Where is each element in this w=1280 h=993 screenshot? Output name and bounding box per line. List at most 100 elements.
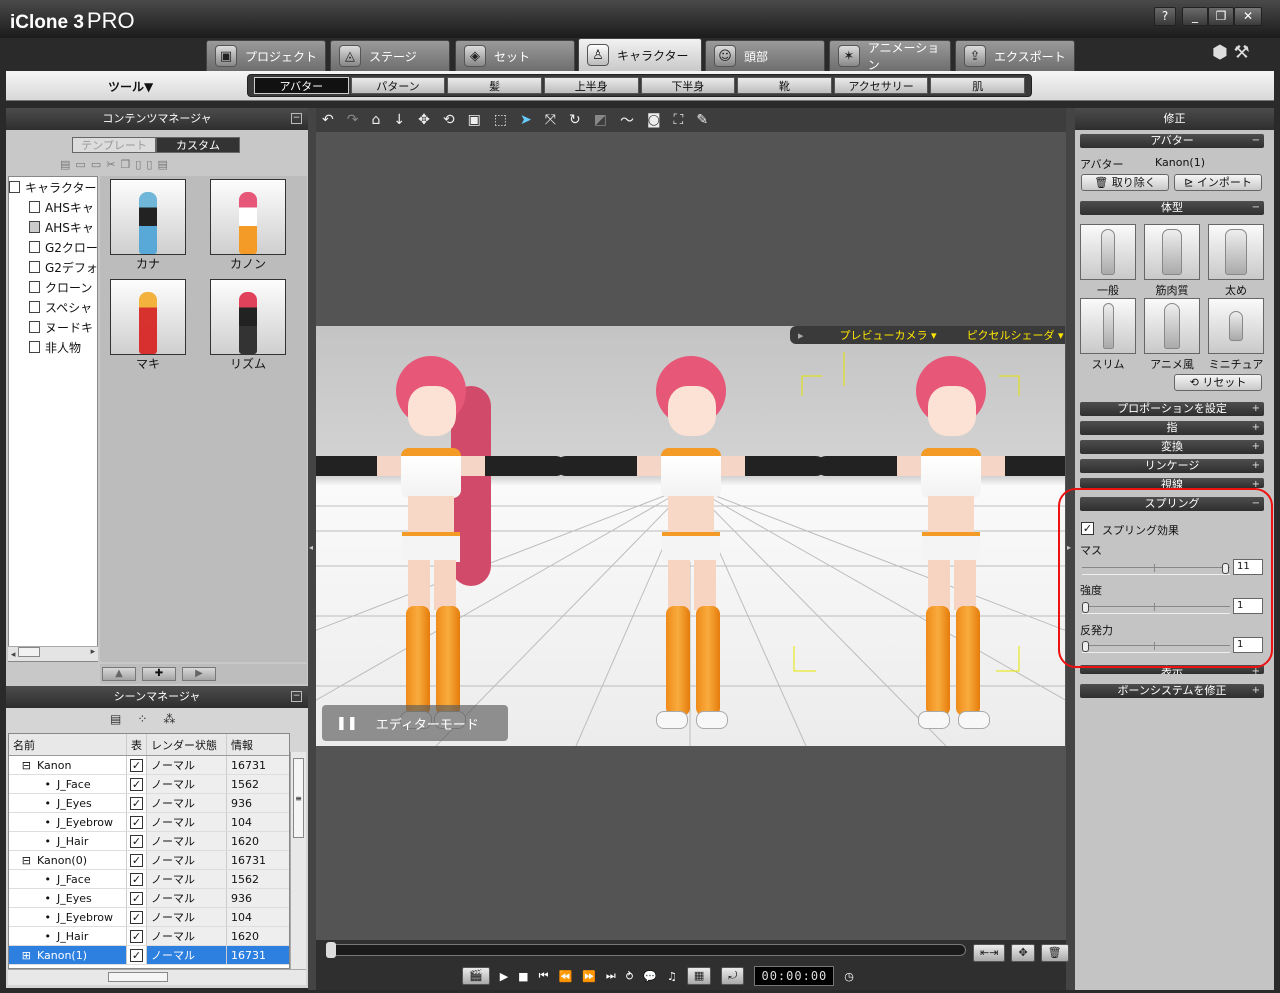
thumbnail-maki[interactable]: マキ (110, 279, 193, 372)
expand-icon[interactable]: + (1252, 421, 1260, 434)
timeline-scrubber[interactable] (326, 944, 966, 956)
copy-icon[interactable]: ❐ (120, 158, 135, 171)
dice-icon[interactable]: ⬢ (1212, 42, 1228, 63)
tools-menu[interactable]: ツール▼ (108, 78, 153, 95)
tree-toggle-icon[interactable]: ⊞ (13, 949, 37, 962)
tree-item[interactable]: AHSキャ (9, 197, 97, 217)
section-gaze[interactable]: 視線 + (1080, 478, 1264, 488)
tree-item-root[interactable]: キャラクター (9, 177, 97, 197)
select-arrow-icon[interactable]: ➤ (520, 112, 532, 128)
table-row[interactable]: • J_Hair ✓ ノーマル 1620 (9, 927, 289, 946)
move-icon[interactable]: ✥ (418, 112, 430, 128)
music-icon[interactable]: ♫ (667, 970, 677, 983)
scrubber-handle[interactable] (326, 942, 336, 958)
scene-horizontal-scrollbar[interactable] (8, 969, 306, 985)
visible-cell[interactable]: ✓ (127, 946, 147, 964)
visible-cell[interactable]: ✓ (127, 870, 147, 888)
render-state-cell[interactable]: ノーマル (147, 813, 227, 831)
render-state-cell[interactable]: ノーマル (147, 756, 227, 774)
fast-forward-icon[interactable]: ⏩ (582, 970, 596, 983)
camera-icon[interactable]: ◙ (647, 112, 661, 128)
row-name[interactable]: • J_Hair (9, 832, 127, 850)
visible-checkbox[interactable]: ✓ (130, 758, 143, 772)
play-icon[interactable]: ▶ (500, 970, 508, 983)
body-type-general[interactable] (1080, 224, 1136, 280)
subtab-pattern[interactable]: パターン (350, 77, 446, 94)
view-icon[interactable]: ▤ (157, 158, 172, 171)
tools-icons[interactable]: ⬢ ⚒ (1212, 42, 1250, 63)
next-icon[interactable]: ⏭ (606, 969, 616, 983)
close-button[interactable]: ✕ (1234, 7, 1262, 26)
section-transform[interactable]: 変換 + (1080, 440, 1264, 454)
paint-icon[interactable]: ✎ (696, 112, 708, 128)
visible-cell[interactable]: ✓ (127, 832, 147, 850)
cut-icon[interactable]: ✂ (106, 158, 120, 171)
row-name[interactable]: • J_Eyes (9, 794, 127, 812)
row-name[interactable]: • J_Eyebrow (9, 813, 127, 831)
row-name[interactable]: • J_Eyes (9, 889, 127, 907)
expand-icon[interactable]: + (1252, 478, 1260, 488)
table-row[interactable]: • J_Eyebrow ✓ ノーマル 104 (9, 813, 289, 832)
table-row[interactable]: ⊞ Kanon(1) ✓ ノーマル 16731 (9, 946, 289, 965)
subtab-upper-body[interactable]: 上半身 (543, 77, 639, 94)
scene-list-icon[interactable]: ▤ (110, 712, 137, 726)
tree-toggle-icon[interactable]: • (13, 911, 57, 924)
section-proportion[interactable]: プロポーションを設定 + (1080, 402, 1264, 416)
section-avatar[interactable]: アバター − (1080, 134, 1264, 148)
row-name[interactable]: • J_Face (9, 775, 127, 793)
row-name[interactable]: ⊟ Kanon(0) (9, 851, 127, 869)
subtab-hair[interactable]: 髪 (447, 77, 542, 94)
table-row[interactable]: • J_Hair ✓ ノーマル 1620 (9, 832, 289, 851)
tree-toggle-icon[interactable]: ⊟ (13, 759, 37, 772)
tree-item[interactable]: 非人物 (9, 337, 97, 357)
section-body-type[interactable]: 体型 − (1080, 201, 1264, 215)
visible-checkbox[interactable]: ✓ (130, 910, 143, 924)
render-state-cell[interactable]: ノーマル (147, 889, 227, 907)
minimize-icon[interactable]: − (291, 691, 302, 702)
render-state-cell[interactable]: ノーマル (147, 832, 227, 850)
expand-icon[interactable]: + (1252, 459, 1260, 472)
collapse-arrow-icon[interactable]: ▸ (798, 329, 804, 342)
render-state-cell[interactable]: ノーマル (147, 927, 227, 945)
collapse-icon[interactable]: − (1252, 134, 1260, 147)
tab-project[interactable]: ▣ プロジェクト (206, 40, 326, 71)
add-icon[interactable]: ✚ (142, 667, 176, 681)
column-info[interactable]: 情報 (227, 734, 289, 755)
return-icon[interactable]: ⤾ (721, 967, 745, 985)
tree-toggle-icon[interactable]: • (13, 892, 57, 905)
clapper-icon[interactable]: 🎬 (462, 967, 490, 985)
render-state-cell[interactable]: ノーマル (147, 946, 227, 964)
tree-toggle-icon[interactable]: • (13, 797, 57, 810)
help-button[interactable]: ? (1154, 7, 1176, 26)
visible-cell[interactable]: ✓ (127, 851, 147, 869)
thumbnail-rhythm[interactable]: リズム (210, 279, 293, 372)
tree-toggle-icon[interactable]: • (13, 816, 57, 829)
visible-checkbox[interactable]: ✓ (130, 929, 143, 943)
body-type-anime[interactable] (1144, 298, 1200, 354)
table-row[interactable]: • J_Eyes ✓ ノーマル 936 (9, 794, 289, 813)
tab-set[interactable]: ◈ セット (455, 40, 575, 71)
scale-icon[interactable]: ◩ (594, 112, 607, 128)
rewind-icon[interactable]: ⏪ (558, 970, 572, 983)
tree-toggle-icon[interactable]: • (13, 835, 57, 848)
visible-checkbox[interactable]: ✓ (130, 834, 143, 848)
orbit-icon[interactable]: ↻ (569, 112, 581, 128)
folder-icon[interactable]: ▭ (75, 158, 90, 171)
tab-custom[interactable]: カスタム (156, 137, 240, 153)
maximize-button[interactable]: ❐ (1208, 7, 1234, 26)
tree-toggle-icon[interactable]: • (13, 778, 57, 791)
render-state-cell[interactable]: ノーマル (147, 870, 227, 888)
visible-checkbox[interactable]: ✓ (130, 796, 143, 810)
visible-checkbox[interactable]: ✓ (130, 853, 143, 867)
subtab-lower-body[interactable]: 下半身 (640, 77, 736, 94)
shader-select[interactable]: ピクセルシェーダ ▾ (967, 327, 1064, 343)
camera-select[interactable]: プレビューカメラ ▾ (840, 327, 937, 343)
visible-cell[interactable]: ✓ (127, 775, 147, 793)
frame-icon[interactable]: ⬚ (494, 112, 507, 128)
trash-icon[interactable]: 🗑 (1040, 944, 1069, 962)
delete-icon[interactable]: ▯ (146, 158, 157, 171)
table-row[interactable]: • J_Eyes ✓ ノーマル 936 (9, 889, 289, 908)
left-panel-splitter[interactable]: ◂ (308, 108, 316, 990)
rotate-icon[interactable]: ⟲ (443, 112, 455, 128)
row-name[interactable]: • J_Face (9, 870, 127, 888)
